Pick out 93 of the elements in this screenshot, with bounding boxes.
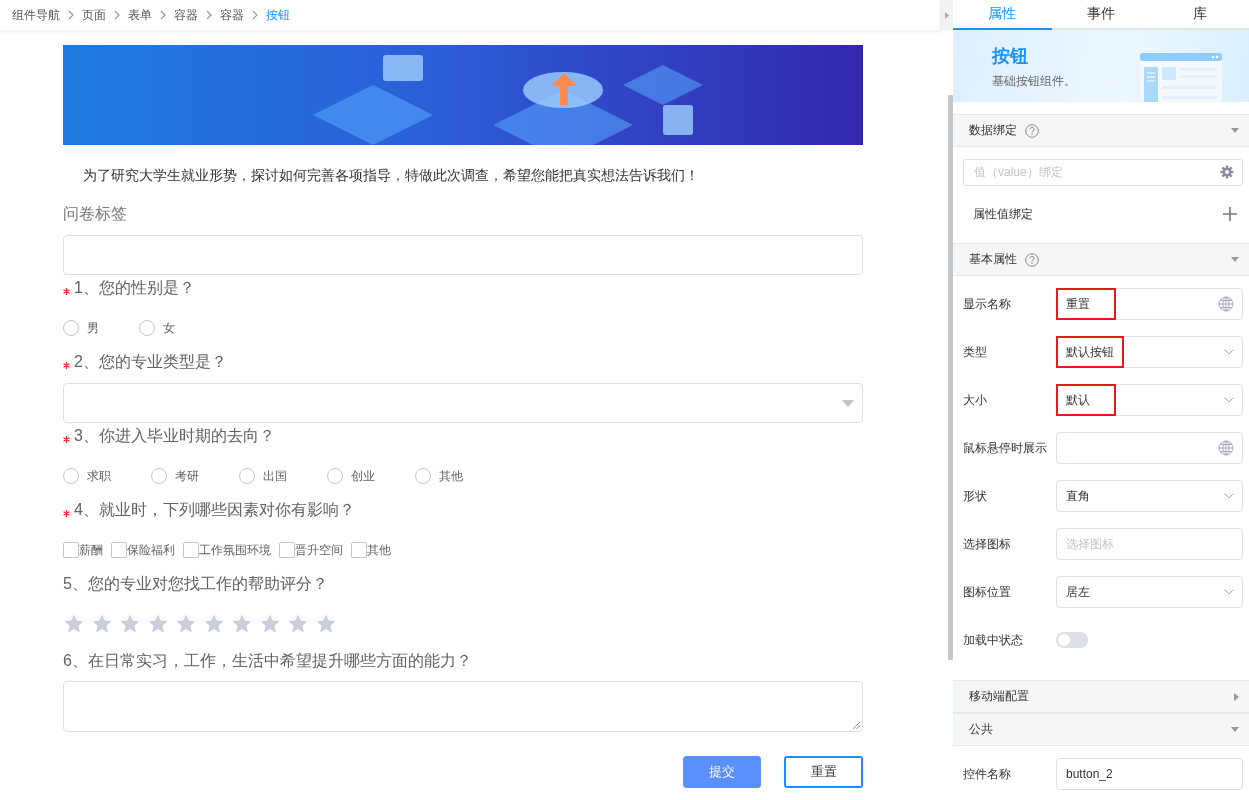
chevron-down-icon: [1224, 397, 1234, 403]
star-icon[interactable]: [63, 613, 85, 634]
section-header[interactable]: 公共: [953, 713, 1249, 746]
text-field[interactable]: button_2: [1056, 758, 1243, 790]
section-header[interactable]: 基本属性: [953, 243, 1249, 276]
section-title: 公共: [969, 721, 993, 738]
option-label: 求职: [87, 467, 111, 485]
checkbox[interactable]: [351, 542, 367, 558]
binding-label: 属性值绑定: [973, 205, 1033, 223]
breadcrumb-link[interactable]: 容器: [174, 6, 198, 24]
star-icon[interactable]: [231, 613, 253, 634]
field-label: 问卷标签: [63, 204, 128, 224]
star-icon[interactable]: [147, 613, 169, 634]
star-icon[interactable]: [259, 613, 281, 634]
caret-right-icon: [944, 11, 949, 19]
property-label: 控件名称: [963, 765, 1012, 783]
property-label: 类型: [963, 343, 988, 361]
chevron-down-icon: [1224, 589, 1234, 595]
property-label: 选择图标: [963, 535, 1012, 553]
section-header[interactable]: 数据绑定: [953, 114, 1249, 147]
section-header[interactable]: 移动端配置: [953, 680, 1249, 713]
checkbox[interactable]: [183, 542, 199, 558]
checkbox[interactable]: [111, 542, 127, 558]
property-label: 鼠标悬停时展示: [963, 439, 1048, 457]
chevron-right-icon: [68, 10, 74, 20]
breadcrumb-link[interactable]: 组件导航: [12, 6, 60, 24]
globe-icon[interactable]: [1218, 440, 1234, 456]
input-field[interactable]: [63, 235, 863, 275]
text-field[interactable]: [1056, 432, 1243, 464]
chevron-right-icon: [160, 10, 166, 20]
property-label: 大小: [963, 391, 988, 409]
chevron-down-icon: [1224, 349, 1234, 355]
intro-text: 为了研究大学生就业形势，探讨如何完善各项指导，特做此次调查，希望您能把真实想法告诉我们！: [82, 166, 700, 185]
question-title: 6、在日常实习，工作，生活中希望提升哪些方面的能力？: [63, 651, 472, 671]
star-icon[interactable]: [119, 613, 141, 634]
checkbox[interactable]: [279, 542, 295, 558]
caret-down-icon: [842, 399, 854, 407]
option-label: 出国: [263, 467, 287, 485]
reset-button[interactable]: 重置: [784, 756, 863, 788]
question-title: 5、您的专业对您找工作的帮助评分？: [63, 574, 328, 594]
chevron-right-icon: [252, 10, 258, 20]
chevron-right-icon: [206, 10, 212, 20]
option-label: 工作氛围环境: [199, 541, 271, 559]
option-label: 考研: [175, 467, 199, 485]
property-label: 图标位置: [963, 583, 1012, 601]
option-label: 其他: [439, 467, 463, 485]
option-label: 男: [87, 319, 99, 337]
option-label: 其他: [367, 541, 391, 559]
plus-icon[interactable]: [1223, 207, 1237, 222]
toggle-switch[interactable]: [1056, 632, 1088, 648]
settings-icon[interactable]: [1220, 165, 1234, 180]
breadcrumb-link[interactable]: 容器: [220, 6, 244, 24]
question-title: 4、就业时，下列哪些因素对你有影响？: [74, 500, 355, 520]
option-label: 薪酬: [79, 541, 103, 559]
question-title: 3、你进入毕业时期的去向？: [74, 426, 275, 446]
section-title: 数据绑定: [969, 122, 1017, 139]
property-label: 形状: [963, 487, 988, 505]
option-label: 晋升空间: [295, 541, 343, 559]
component-description: 基础按钮组件。: [992, 73, 1076, 90]
caret-down-icon: [1231, 128, 1239, 133]
option-label: 创业: [351, 467, 375, 485]
globe-icon[interactable]: [1218, 296, 1234, 312]
star-icon[interactable]: [315, 613, 337, 634]
component-name: 按钮: [992, 45, 1029, 67]
breadcrumb-link[interactable]: 表单: [128, 6, 152, 24]
scrollbar-thumb[interactable]: [948, 95, 953, 660]
text-field[interactable]: 重置: [1056, 288, 1243, 320]
select-field[interactable]: [63, 383, 863, 423]
checkbox[interactable]: [63, 542, 79, 558]
caret-down-icon: [1231, 727, 1239, 732]
star-icon[interactable]: [91, 613, 113, 634]
star-icon[interactable]: [203, 613, 225, 634]
question-title: 2、您的专业类型是？: [74, 352, 227, 372]
chevron-right-icon: [114, 10, 120, 20]
property-label: 显示名称: [963, 295, 1012, 313]
select-field[interactable]: 默认按钮: [1056, 336, 1243, 368]
breadcrumb-link[interactable]: 页面: [82, 6, 106, 24]
resize-handle-icon[interactable]: [852, 721, 860, 729]
property-label: 加载中状态: [963, 631, 1024, 649]
section-title: 移动端配置: [969, 688, 1029, 705]
option-label: 女: [163, 319, 175, 337]
collapse-handle[interactable]: [940, 0, 953, 30]
select-field[interactable]: 直角: [1056, 480, 1243, 512]
caret-right-icon: [1234, 692, 1239, 701]
section-title: 基本属性: [969, 251, 1017, 268]
question-title: 1、您的性别是？: [74, 278, 195, 298]
star-icon[interactable]: [175, 613, 197, 634]
caret-down-icon: [1231, 257, 1239, 262]
star-icon[interactable]: [287, 613, 309, 634]
select-field[interactable]: 默认: [1056, 384, 1243, 416]
chevron-down-icon: [1224, 493, 1234, 499]
option-label: 保险福利: [127, 541, 175, 559]
select-field[interactable]: 居左: [1056, 576, 1243, 608]
